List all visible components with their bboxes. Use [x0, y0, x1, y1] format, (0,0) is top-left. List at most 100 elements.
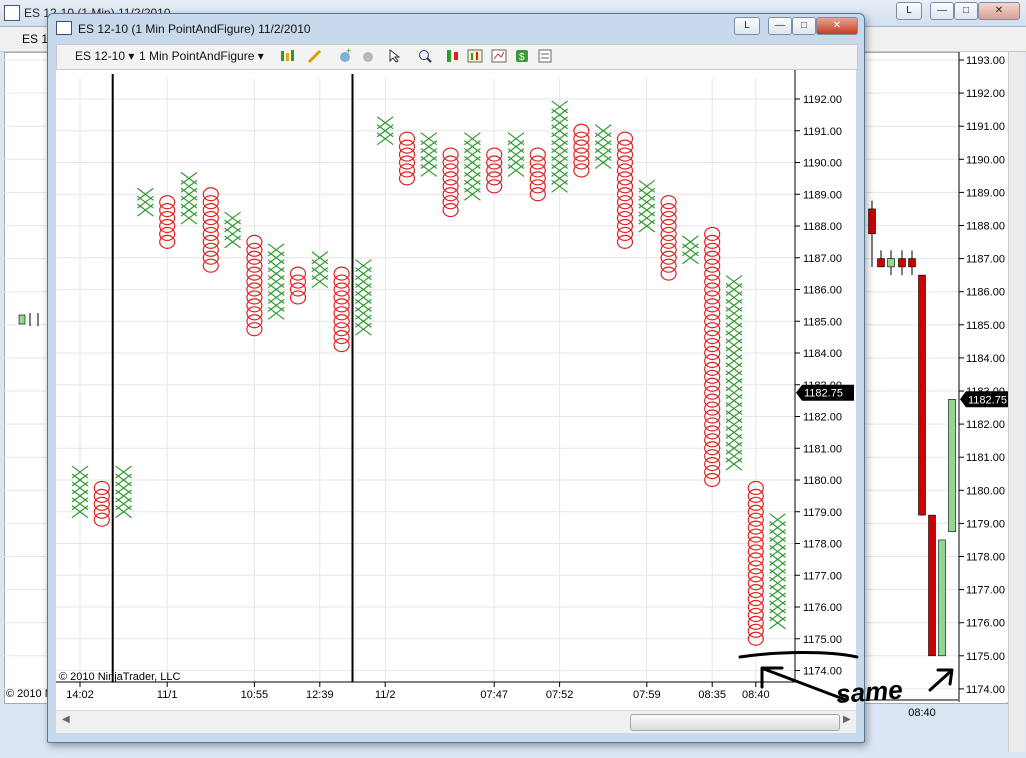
- o-mark: [616, 147, 634, 162]
- instrument-selector[interactable]: ES 12-10 ▾: [75, 49, 134, 63]
- o-mark: [398, 131, 416, 146]
- pointer-icon[interactable]: [387, 48, 403, 64]
- o-mark: [398, 171, 416, 186]
- o-mark: [660, 234, 677, 249]
- y-tick-label: 1179.00: [803, 507, 842, 519]
- period-selector[interactable]: 1 Min PointAndFigure ▾: [139, 49, 264, 63]
- scroll-left-arrow-icon[interactable]: ◀: [62, 714, 70, 725]
- background-y-tick-label: 1186.00: [966, 287, 1005, 299]
- o-mark: [93, 496, 110, 511]
- x-mark: [267, 243, 285, 257]
- o-mark: [442, 147, 459, 162]
- o-mark: [333, 306, 350, 321]
- add-indicator-icon[interactable]: +: [337, 48, 353, 64]
- chart-style-icon[interactable]: [445, 48, 461, 64]
- o-mark: [289, 274, 307, 289]
- o-mark: [289, 266, 307, 281]
- o-mark: [616, 163, 634, 178]
- background-y-tick-label: 1175.00: [966, 651, 1005, 663]
- o-mark: [616, 131, 634, 146]
- o-mark: [660, 203, 677, 218]
- x-mark: [464, 132, 481, 146]
- background-y-tick-label: 1187.00: [966, 254, 1005, 266]
- maximize-button[interactable]: □: [792, 17, 816, 35]
- o-mark: [442, 203, 459, 218]
- o-mark: [442, 195, 459, 210]
- o-mark: [616, 171, 634, 186]
- instrument-label: ES 12-10: [75, 49, 126, 63]
- x-mark: [224, 211, 241, 225]
- background-y-tick-label: 1180.00: [966, 485, 1005, 497]
- y-tick-label: 1181.00: [803, 443, 842, 455]
- o-mark: [616, 234, 634, 249]
- candle-body: [928, 514, 936, 657]
- y-tick-label: 1174.00: [803, 666, 842, 678]
- background-candle: [887, 250, 895, 276]
- o-mark: [442, 179, 459, 194]
- background-axis-area: [959, 52, 1008, 702]
- o-mark: [529, 147, 546, 162]
- x-mark: [355, 259, 372, 273]
- o-mark: [660, 266, 677, 281]
- zoom-icon[interactable]: [417, 48, 433, 64]
- chevron-down-icon: ▾: [128, 49, 135, 63]
- x-tick-label: 08:35: [698, 689, 726, 701]
- background-current-price-label: 1182.75: [968, 394, 1007, 406]
- x-tick-label: 10:55: [241, 689, 269, 701]
- x-mark: [180, 171, 198, 185]
- background-vertical-scrollbar[interactable]: [1008, 52, 1025, 752]
- o-mark: [573, 147, 590, 162]
- scrollbar-thumb[interactable]: [630, 714, 840, 731]
- y-tick-label: 1175.00: [803, 634, 842, 646]
- background-x-tick-label: 08:40: [908, 707, 936, 719]
- properties-icon[interactable]: [537, 48, 553, 64]
- svg-text:+: +: [346, 48, 351, 56]
- y-tick-label: 1190.00: [803, 158, 842, 170]
- o-mark: [333, 322, 350, 337]
- background-y-tick-label: 1184.00: [966, 353, 1005, 365]
- o-mark: [616, 203, 634, 218]
- minimize-button[interactable]: —: [768, 17, 792, 35]
- y-tick-label: 1176.00: [803, 602, 842, 614]
- scroll-right-arrow-icon[interactable]: ▶: [843, 714, 851, 725]
- chart-panel[interactable]: 1192.00 1191.00 1190.00 1189.00 1188.00 1187.…: [56, 70, 856, 710]
- background-candle: [928, 514, 936, 657]
- o-mark: [529, 163, 546, 178]
- strategy-icon[interactable]: [360, 48, 376, 64]
- close-button[interactable]: ✕: [816, 17, 858, 35]
- bar-type-icon[interactable]: [279, 48, 295, 64]
- o-mark: [660, 258, 677, 273]
- background-y-tick-label: 1193.00: [966, 55, 1005, 67]
- o-mark: [616, 179, 634, 194]
- drawing-tool-icon[interactable]: [307, 48, 323, 64]
- window-title: ES 12-10 (1 Min PointAndFigure) 11/2/201…: [78, 22, 311, 36]
- y-tick-label: 1186.00: [803, 285, 842, 297]
- o-mark: [442, 163, 459, 178]
- background-y-tick-label: 1174.00: [966, 684, 1005, 696]
- candle-body: [868, 208, 876, 235]
- y-tick-label: 1180.00: [803, 475, 842, 487]
- data-series-icon[interactable]: [467, 48, 483, 64]
- indicators-icon[interactable]: [491, 48, 507, 64]
- pnf-chart-window: ES 12-10 (1 Min PointAndFigure) 11/2/201…: [47, 13, 865, 743]
- o-mark: [573, 139, 590, 154]
- strategies-icon[interactable]: $: [514, 48, 530, 64]
- horizontal-scrollbar[interactable]: ◀ ▶: [56, 710, 856, 733]
- background-y-tick-label: 1177.00: [966, 585, 1005, 597]
- o-mark: [616, 226, 634, 242]
- o-mark: [93, 480, 110, 496]
- y-tick-label: 1187.00: [803, 253, 842, 265]
- x-mark: [769, 513, 786, 527]
- o-mark: [660, 210, 677, 226]
- o-mark: [573, 163, 590, 178]
- x-mark: [725, 275, 743, 289]
- window-l-button[interactable]: L: [734, 17, 760, 35]
- y-tick-label: 1182.00: [803, 412, 842, 424]
- background-y-tick-label: 1179.00: [966, 518, 1005, 530]
- chart-window-icon: [56, 21, 72, 35]
- background-copyright: © 2010 N: [6, 688, 53, 700]
- o-mark: [616, 139, 634, 154]
- background-y-tick-label: 1192.00: [966, 88, 1005, 100]
- y-tick-label: 1184.00: [803, 348, 842, 360]
- o-mark: [573, 131, 590, 146]
